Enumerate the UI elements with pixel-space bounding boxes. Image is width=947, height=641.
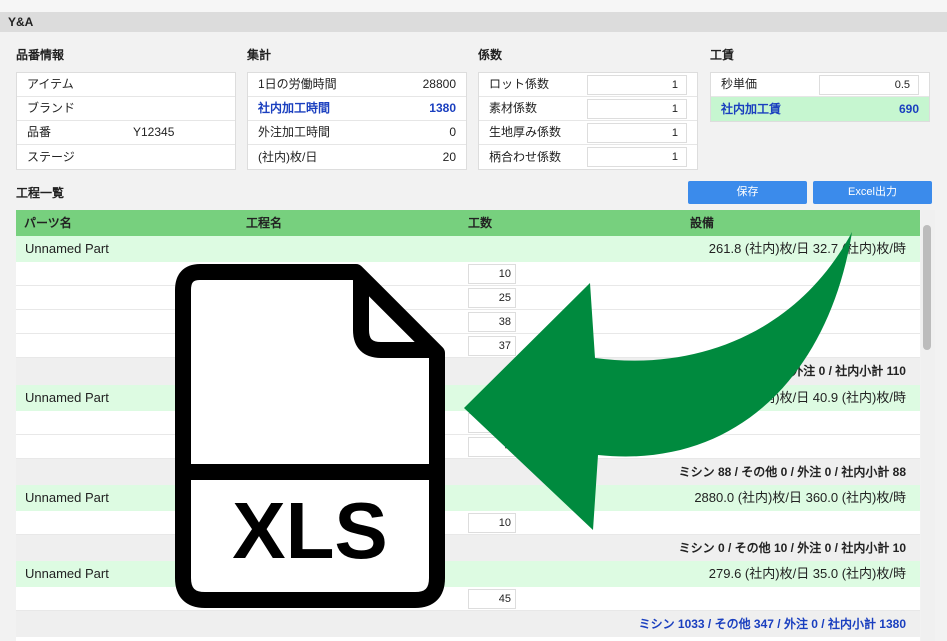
part-subtotal: 外注 0 / 社内小計 110 (16, 358, 920, 385)
step-row: 25 (16, 286, 920, 310)
part-subtotal: ミシン 88 / その他 0 / 外注 0 / 社内小計 88 (16, 459, 920, 485)
part-row[interactable]: Unnamed Part 261.8 (社内)枚/日 32.7 (社内)枚/時 (16, 236, 920, 262)
row-label: ステージ (27, 149, 75, 164)
part-rate: 2880.0 (社内)枚/日 360.0 (社内)枚/時 (694, 490, 906, 505)
man-hours-input[interactable] (468, 413, 516, 433)
row-label: 外注加工時間 (258, 125, 331, 139)
part-rate: 279.6 (社内)枚/日 35.0 (社内)枚/時 (708, 566, 906, 581)
grid-header: パーツ名 工程名 工数 設備 (16, 210, 920, 236)
pattern-coefficient-input[interactable]: 1 (587, 147, 687, 167)
row-label: 秒単価 (721, 77, 758, 91)
step-row (16, 411, 920, 435)
row-value: 28800 (422, 77, 456, 91)
part-subtotal: ミシン 0 / その他 10 / 外注 0 / 社内小計 10 (16, 535, 920, 561)
man-hours-input[interactable]: 25 (468, 288, 516, 308)
top-strip (0, 0, 947, 12)
excel-export-button[interactable]: Excel出力 (813, 181, 932, 204)
row-label: ブランド (27, 101, 76, 115)
unit-price-row: 秒単価 0.5 (711, 73, 929, 97)
summary-title: 集計 (247, 48, 272, 62)
unit-price-input[interactable]: 0.5 (819, 74, 919, 95)
inhouse-wage-row: 社内加工賃 690 (711, 97, 929, 121)
row-value: 1380 (429, 101, 456, 115)
pattern-coefficient-row: 柄合わせ係数 1 (479, 145, 697, 169)
part-rate: (社内)枚/日 40.9 (社内)枚/時 (744, 390, 906, 405)
row-label: (社内)枚/日 (258, 149, 318, 164)
step-row: 10 (16, 511, 920, 535)
inhouse-time-row: 社内加工時間 1380 (248, 97, 466, 121)
row-label: 1日の労働時間 (258, 77, 337, 91)
summary-panel: 集計 1日の労働時間 28800 社内加工時間 1380 外注加工時間 0 (社内)枚… (247, 46, 467, 170)
brand-row: ブランド (17, 97, 235, 121)
thickness-coefficient-input[interactable]: 1 (587, 122, 687, 143)
wage-panel: 工賃 秒単価 0.5 社内加工賃 690 (710, 46, 930, 122)
man-hours-input[interactable]: 38 (468, 312, 516, 332)
stage-row: ステージ (17, 145, 235, 169)
man-hours-input[interactable]: 37 (468, 336, 516, 356)
man-hours-input[interactable]: 45 (468, 589, 516, 609)
part-name: Unnamed Part (25, 490, 109, 505)
step-row: 37 (16, 334, 920, 358)
step-row: 4 (16, 435, 920, 459)
row-value: 0 (449, 125, 456, 139)
row-label: 社内加工賃 (721, 101, 782, 116)
row-label: 生地厚み係数 (489, 125, 562, 139)
coefficients-panel: 係数 ロット係数 1 素材係数 1 生地厚み係数 1 柄合わせ係数 1 (478, 46, 698, 170)
material-coefficient-row: 素材係数 1 (479, 97, 697, 121)
part-name: Unnamed Part (25, 566, 109, 581)
part-number-value: Y12345 (133, 125, 175, 139)
save-button[interactable]: 保存 (688, 181, 807, 204)
item-info-title: 品番情報 (16, 48, 65, 62)
item-info-panel: 品番情報 アイテム ブランド 品番 Y12345 ステージ (16, 46, 236, 170)
lot-coefficient-row: ロット係数 1 (479, 73, 697, 97)
step-row: 38 (16, 310, 920, 334)
window-title: Y&A (0, 12, 947, 32)
part-number-row: 品番 Y12345 (17, 121, 235, 145)
row-value: 690 (898, 101, 919, 116)
man-hours-input[interactable]: 10 (468, 513, 516, 533)
header-part-name: パーツ名 (24, 216, 72, 230)
lot-coefficient-input[interactable]: 1 (587, 74, 687, 95)
process-name[interactable]: No Name (246, 592, 292, 604)
pieces-per-day-row: (社内)枚/日 20 (248, 145, 466, 169)
thickness-coefficient-row: 生地厚み係数 1 (479, 121, 697, 145)
row-label: 素材係数 (489, 101, 538, 115)
row-label: 社内加工時間 (258, 101, 331, 115)
man-hours-input[interactable]: 10 (468, 264, 516, 284)
header-equipment: 設備 (690, 216, 715, 230)
step-row: 10 (16, 262, 920, 286)
header-process-name: 工程名 (246, 216, 283, 230)
part-row[interactable]: Unnamed Part 279.6 (社内)枚/日 35.0 (社内)枚/時 (16, 561, 920, 587)
process-grid: パーツ名 工程名 工数 設備 Unnamed Part 261.8 (社内)枚/… (16, 210, 920, 641)
process-list-title: 工程一覧 (16, 186, 65, 200)
row-value: 20 (442, 149, 456, 164)
row-label: アイテム (27, 77, 74, 91)
part-name: Unnamed Part (25, 390, 109, 405)
header-man-hours: 工数 (468, 216, 493, 230)
part-rate: 261.8 (社内)枚/日 32.7 (社内)枚/時 (708, 241, 906, 256)
man-hours-input[interactable]: 4 (468, 437, 516, 457)
item-row: アイテム (17, 73, 235, 97)
grand-total: ミシン 1033 / その他 347 / 外注 0 / 社内小計 1380 (16, 611, 920, 637)
wage-title: 工賃 (710, 48, 735, 62)
part-row[interactable]: Unnamed Part (社内)枚/日 40.9 (社内)枚/時 (16, 385, 920, 411)
step-row: No Name 45 (16, 587, 920, 611)
part-name: Unnamed Part (25, 241, 109, 256)
row-label: ロット係数 (489, 77, 550, 91)
material-coefficient-input[interactable]: 1 (587, 98, 687, 119)
scrollbar-thumb[interactable] (923, 225, 931, 350)
row-label: 柄合わせ係数 (489, 149, 562, 164)
part-row[interactable]: Unnamed Part 2880.0 (社内)枚/日 360.0 (社内)枚/… (16, 485, 920, 511)
row-label: 品番 (27, 125, 52, 139)
coefficients-title: 係数 (478, 48, 503, 62)
outsource-time-row: 外注加工時間 0 (248, 121, 466, 145)
work-hours-row: 1日の労働時間 28800 (248, 73, 466, 97)
